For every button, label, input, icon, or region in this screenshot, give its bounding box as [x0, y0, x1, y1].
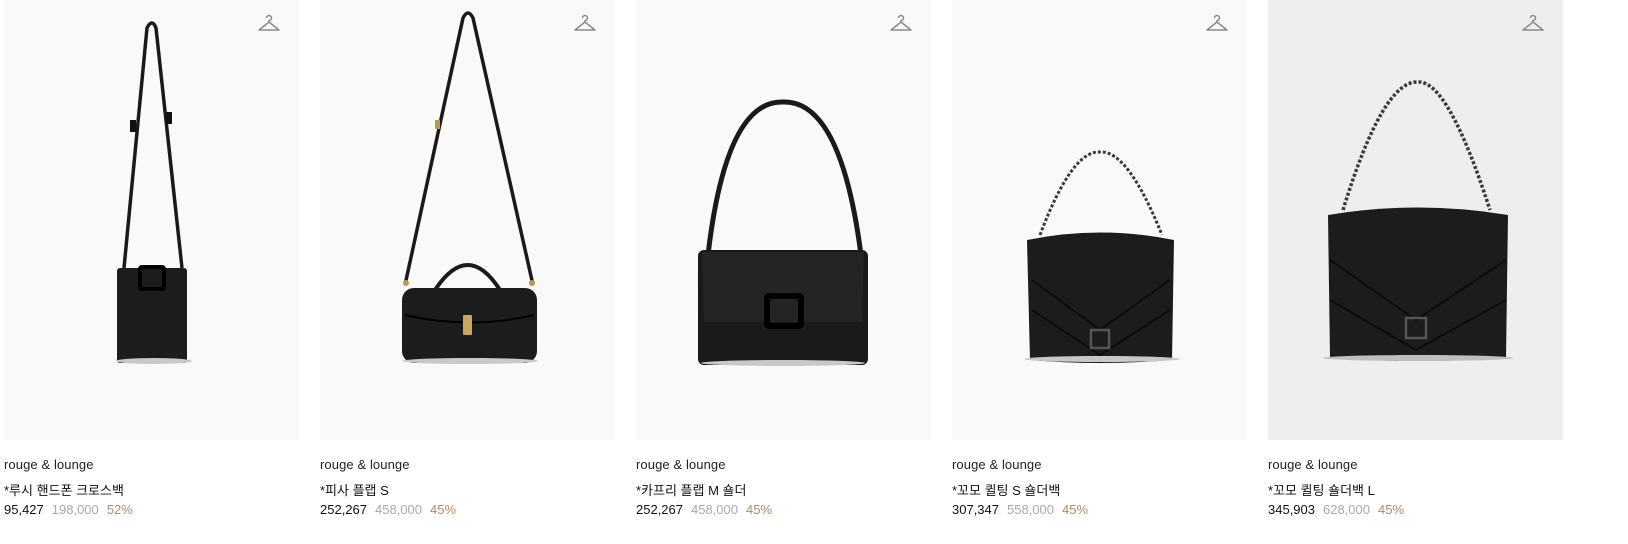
hanger-icon[interactable] — [257, 12, 281, 36]
product-prices: 252,267 458,000 45% — [636, 502, 772, 517]
hanger-icon[interactable] — [1521, 12, 1545, 36]
discount-rate: 45% — [1062, 502, 1089, 517]
product-brand: rouge & lounge — [320, 457, 410, 472]
product-prices: 95,427 198,000 52% — [4, 502, 133, 517]
bag-image — [116, 21, 192, 364]
product-card[interactable]: rouge & lounge *꼬모 퀼팅 S 숄더백 307,347 558,0… — [952, 0, 1247, 544]
original-price: 628,000 — [1323, 502, 1370, 517]
bag-image — [698, 99, 868, 366]
hanger-icon[interactable] — [573, 12, 597, 36]
product-card[interactable]: rouge & lounge *루시 핸드폰 크로스백 95,427 198,00… — [4, 0, 299, 544]
sale-price: 252,267 — [320, 502, 367, 517]
product-card[interactable]: rouge & lounge *카프리 플랩 M 숄더 252,267 458,0… — [636, 0, 931, 544]
product-name[interactable]: *꼬모 퀼팅 S 숄더백 — [952, 480, 1060, 499]
bag-image — [1024, 150, 1180, 363]
product-name[interactable]: *꼬모 퀼팅 숄더백 L — [1268, 480, 1375, 499]
product-card[interactable]: rouge & lounge *꼬모 퀼팅 숄더백 L 345,903 628,0… — [1268, 0, 1563, 544]
product-image[interactable] — [320, 0, 615, 440]
hanger-icon[interactable] — [1205, 12, 1229, 36]
original-price: 458,000 — [375, 502, 422, 517]
product-prices: 345,903 628,000 45% — [1268, 502, 1404, 517]
original-price: 558,000 — [1007, 502, 1054, 517]
product-prices: 307,347 558,000 45% — [952, 502, 1088, 517]
product-name[interactable]: *피사 플랩 S — [320, 480, 389, 499]
discount-rate: 45% — [430, 502, 457, 517]
discount-rate: 45% — [746, 502, 773, 517]
discount-rate: 52% — [106, 502, 133, 517]
sale-price: 307,347 — [952, 502, 999, 517]
product-image[interactable] — [952, 0, 1247, 440]
product-brand: rouge & lounge — [4, 457, 94, 472]
product-name[interactable]: *카프리 플랩 M 숄더 — [636, 480, 746, 499]
product-brand: rouge & lounge — [952, 457, 1042, 472]
product-image[interactable] — [4, 0, 299, 440]
sale-price: 252,267 — [636, 502, 683, 517]
bag-image — [1323, 80, 1513, 361]
original-price: 198,000 — [51, 502, 99, 517]
product-name[interactable]: *루시 핸드폰 크로스백 — [4, 480, 124, 499]
sale-price: 95,427 — [4, 502, 44, 517]
product-grid: rouge & lounge *루시 핸드폰 크로스백 95,427 198,00… — [4, 0, 1628, 544]
original-price: 458,000 — [691, 502, 738, 517]
sale-price: 345,903 — [1268, 502, 1315, 517]
product-prices: 252,267 458,000 45% — [320, 502, 456, 517]
product-card[interactable]: rouge & lounge *피사 플랩 S 252,267 458,000 45… — [320, 0, 615, 544]
product-image[interactable] — [636, 0, 931, 440]
product-image[interactable] — [1268, 0, 1563, 440]
product-brand: rouge & lounge — [1268, 457, 1358, 472]
product-brand: rouge & lounge — [636, 457, 726, 472]
discount-rate: 45% — [1378, 502, 1405, 517]
hanger-icon[interactable] — [889, 12, 913, 36]
bag-image — [402, 11, 538, 364]
